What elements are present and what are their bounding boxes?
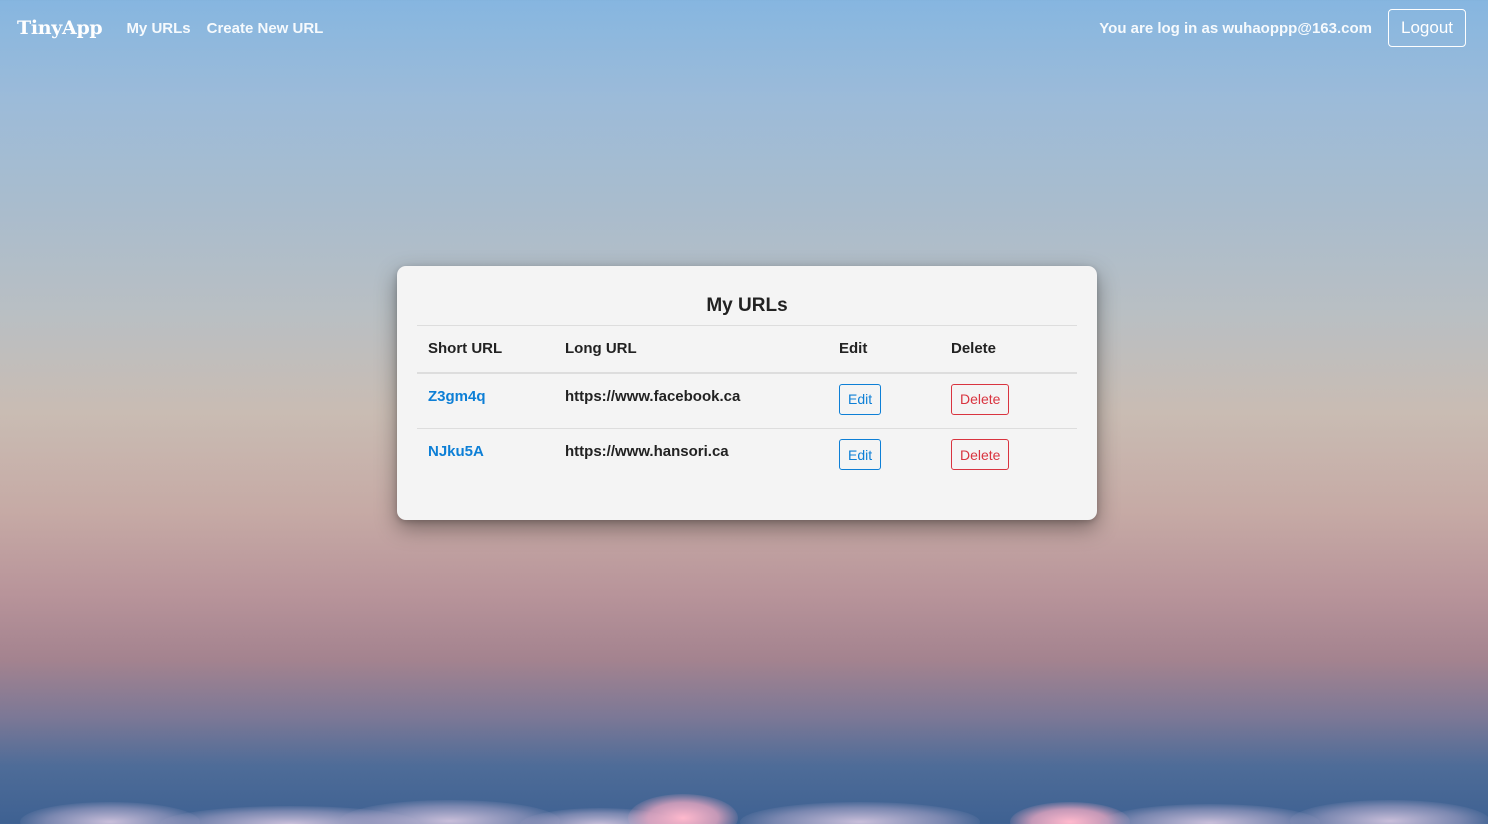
urls-table: Short URL Long URL Edit Delete Z3gm4q ht… (417, 325, 1077, 485)
edit-button[interactable]: Edit (839, 383, 882, 415)
delete-cell: Delete (940, 373, 1077, 429)
column-header-edit: Edit (828, 325, 940, 374)
edit-button[interactable]: Edit (839, 439, 882, 470)
long-url-cell: https://www.hansori.ca (554, 428, 828, 485)
table-row: Z3gm4q https://www.facebook.ca Edit Dele… (417, 373, 1077, 429)
delete-cell: Delete (940, 428, 1077, 485)
short-url-link[interactable]: NJku5A (428, 443, 484, 460)
delete-button[interactable]: Delete (951, 383, 1010, 415)
card-title: My URLs (706, 295, 788, 316)
nav-link-create-new-url[interactable]: Create New URL (207, 20, 324, 37)
top-navbar: TinyApp My URLs Create New URL You are l… (0, 0, 1488, 56)
edit-cell: Edit (828, 373, 940, 429)
short-url-cell: NJku5A (417, 428, 554, 485)
background-clouds (0, 784, 1488, 824)
long-url-cell: https://www.facebook.ca (565, 387, 741, 405)
table-row: NJku5A https://www.hansori.ca Edit Delet… (417, 428, 1077, 485)
brand-logo[interactable]: TinyApp (17, 17, 103, 39)
short-url-cell: Z3gm4q (417, 373, 554, 429)
nav-link-my-urls[interactable]: My URLs (126, 20, 190, 37)
column-header-delete: Delete (940, 325, 1077, 374)
edit-cell: Edit (828, 428, 940, 485)
column-header-long-url: Long URL (554, 325, 828, 374)
delete-button[interactable]: Delete (951, 439, 1010, 470)
short-url-link[interactable]: Z3gm4q (428, 388, 486, 405)
urls-card: My URLs Short URL Long URL Edit Delete Z… (397, 266, 1097, 520)
login-status-text: You are log in as wuhaoppp@163.com (1099, 19, 1372, 37)
table-header-row: Short URL Long URL Edit Delete (417, 325, 1077, 374)
logout-button[interactable]: Logout (1388, 9, 1466, 47)
column-header-short-url: Short URL (417, 325, 554, 374)
nav-user-area: You are log in as wuhaoppp@163.com Logou… (1099, 9, 1466, 47)
